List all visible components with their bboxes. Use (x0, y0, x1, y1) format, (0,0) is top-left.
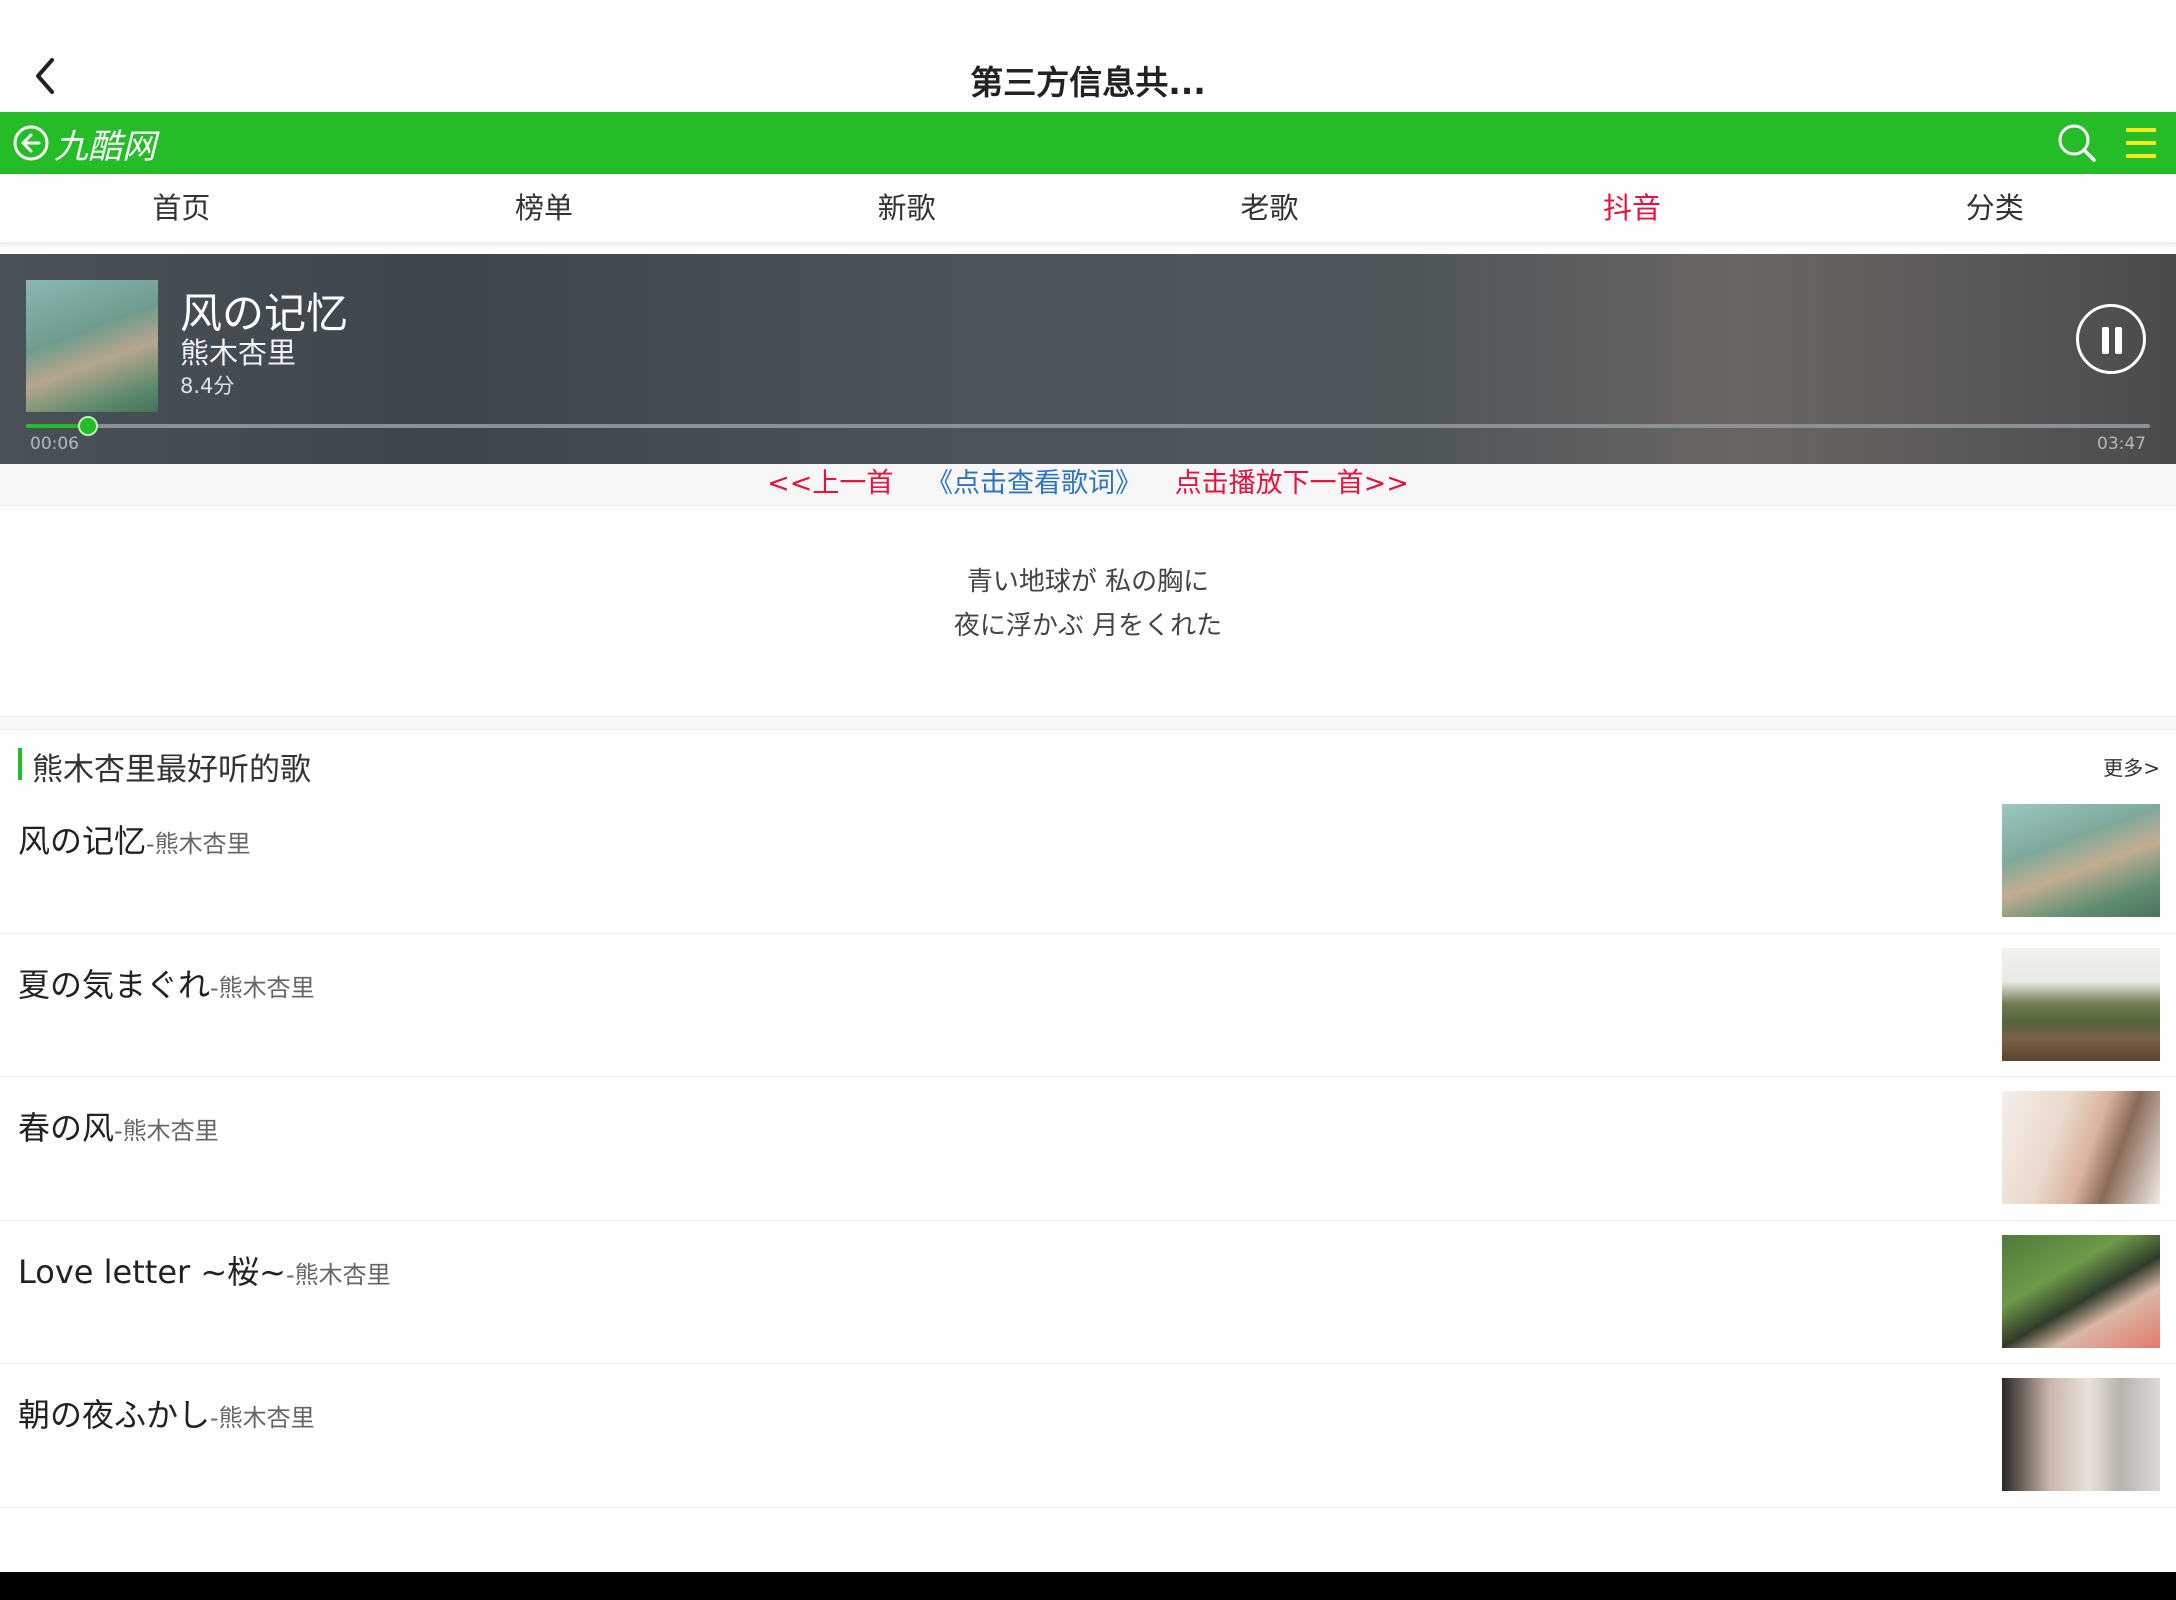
tab-old-songs[interactable]: 老歌 (1088, 174, 1451, 242)
song-thumbnail (2002, 804, 2160, 917)
player-artist: 熊木杏里 (180, 336, 297, 370)
song-title-line: 朝の夜ふかし-熊木杏里 (18, 1390, 315, 1436)
song-title-line: Love letter ~桜~-熊木杏里 (18, 1247, 391, 1293)
app-bar: 第三方信息共... (0, 0, 2176, 112)
tab-charts[interactable]: 榜单 (363, 174, 726, 242)
song-title: Love letter ~桜~ (18, 1252, 286, 1291)
song-artist: -熊木杏里 (210, 1404, 315, 1432)
song-item[interactable]: 朝の夜ふかし-熊木杏里 (0, 1364, 2176, 1508)
song-artist: -熊木杏里 (114, 1117, 219, 1145)
tab-home[interactable]: 首页 (0, 174, 363, 242)
section-accent-bar (18, 748, 22, 780)
song-list: 风の记忆-熊木杏里 夏の気まぐれ-熊木杏里 春の风-熊木杏里 Love lett… (0, 790, 2176, 1508)
nav-tabs: 首页 榜单 新歌 老歌 抖音 分类 (0, 174, 2176, 244)
song-title: 夏の気まぐれ (18, 965, 211, 1004)
view-lyrics-link[interactable]: 《点击查看歌词》 (926, 464, 1142, 504)
tab-categories[interactable]: 分类 (1813, 174, 2176, 242)
song-thumbnail (2002, 947, 2160, 1061)
song-title: 春の风 (18, 1109, 115, 1147)
song-thumbnail (2002, 1234, 2160, 1348)
album-cover (26, 280, 158, 412)
section-divider (0, 716, 2176, 730)
music-player: 风の记忆 熊木杏里 8.4分 00:06 03:47 (0, 254, 2176, 464)
song-thumbnail (2002, 1378, 2160, 1491)
song-thumbnail (2002, 1091, 2160, 1204)
lyric-line: 青い地球が 私の胸に (966, 567, 1210, 597)
song-artist: -熊木杏里 (210, 973, 315, 1002)
progress-handle[interactable] (77, 416, 98, 436)
song-item[interactable]: 风の记忆-熊木杏里 (0, 790, 2176, 934)
site-logo[interactable]: 九酷网 (12, 121, 156, 167)
song-title-line: 风の记忆-熊木杏里 (18, 816, 251, 862)
progress-bar[interactable] (26, 416, 2150, 436)
system-bottom-bar (0, 1572, 2176, 1600)
tab-new-songs[interactable]: 新歌 (725, 174, 1088, 242)
back-circle-icon (13, 125, 49, 161)
song-title: 风の记忆 (18, 822, 147, 860)
tab-douyin[interactable]: 抖音 (1451, 174, 1814, 242)
section-title: 熊木杏里最好听的歌 (32, 752, 311, 788)
site-header: 九酷网 (0, 112, 2176, 174)
player-score: 8.4分 (180, 374, 235, 398)
logo-text: 九酷网 (54, 126, 156, 167)
pause-button[interactable] (2076, 304, 2146, 374)
next-song-link[interactable]: 点击播放下一首>> (1175, 464, 1409, 504)
hamburger-menu-icon (2126, 128, 2156, 158)
page-title: 第三方信息共... (970, 63, 1206, 102)
song-item[interactable]: Love letter ~桜~-熊木杏里 (0, 1221, 2176, 1364)
player-controls: <<上一首 《点击查看歌词》 点击播放下一首>> (0, 464, 2176, 506)
song-artist: -熊木杏里 (285, 1260, 391, 1289)
lyric-line: 夜に浮かぶ 月をくれた (953, 611, 1223, 641)
more-link[interactable]: 更多> (2103, 752, 2160, 781)
prev-song-link[interactable]: <<上一首 (767, 464, 893, 504)
search-button[interactable] (2056, 122, 2098, 164)
song-title-line: 夏の気まぐれ-熊木杏里 (18, 960, 315, 1006)
section-header: 熊木杏里最好听的歌 更多> (0, 738, 2176, 788)
search-icon (2058, 124, 2096, 162)
song-title: 朝の夜ふかし (18, 1396, 211, 1434)
total-time: 03:47 (2097, 434, 2146, 454)
song-artist: -熊木杏里 (146, 830, 251, 858)
menu-button[interactable] (2124, 124, 2158, 162)
song-item[interactable]: 春の风-熊木杏里 (0, 1077, 2176, 1221)
song-item[interactable]: 夏の気まぐれ-熊木杏里 (0, 934, 2176, 1077)
current-time: 00:06 (30, 434, 79, 454)
song-title-line: 春の风-熊木杏里 (18, 1103, 219, 1149)
lyrics-panel: 青い地球が 私の胸に 夜に浮かぶ 月をくれた (0, 560, 2176, 648)
